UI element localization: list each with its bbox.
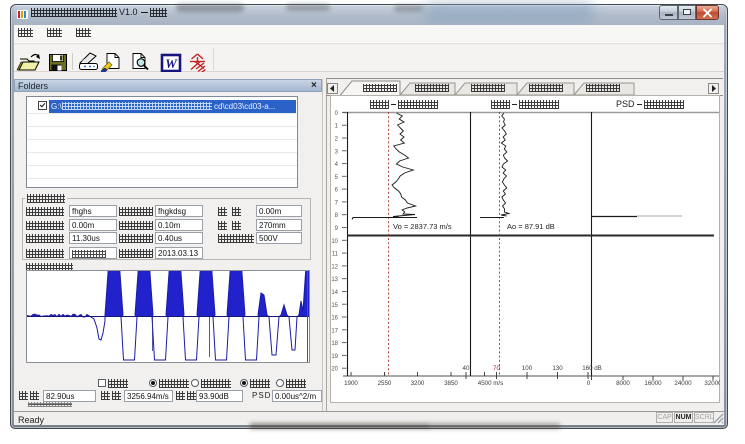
svg-text:12: 12 bbox=[331, 264, 338, 270]
svg-text:18: 18 bbox=[331, 341, 338, 347]
svg-text:11: 11 bbox=[332, 252, 339, 258]
svg-text:3850: 3850 bbox=[444, 380, 458, 387]
svg-text:40: 40 bbox=[463, 365, 470, 372]
svg-text:9: 9 bbox=[335, 226, 339, 232]
svg-text:Vo = 2837.73 m/s: Vo = 2837.73 m/s bbox=[393, 222, 452, 231]
svg-text:10: 10 bbox=[331, 239, 338, 245]
svg-text:130: 130 bbox=[552, 365, 563, 372]
svg-text:8: 8 bbox=[335, 213, 339, 219]
svg-text:0: 0 bbox=[587, 380, 591, 387]
svg-text:13: 13 bbox=[331, 277, 338, 283]
svg-text:100: 100 bbox=[522, 365, 533, 372]
svg-text:0: 0 bbox=[335, 111, 339, 117]
svg-text:70: 70 bbox=[493, 365, 500, 372]
svg-text:17: 17 bbox=[331, 328, 338, 334]
svg-text:20: 20 bbox=[331, 367, 338, 373]
svg-text:2550: 2550 bbox=[378, 380, 392, 387]
svg-text:6: 6 bbox=[335, 188, 339, 194]
svg-text:160 dB: 160 dB bbox=[582, 365, 602, 372]
svg-text:4500 m/s: 4500 m/s bbox=[478, 380, 503, 387]
svg-text:24000: 24000 bbox=[674, 380, 692, 387]
svg-text:3200: 3200 bbox=[411, 380, 425, 387]
svg-text:3: 3 bbox=[335, 149, 339, 155]
svg-text:8000: 8000 bbox=[616, 380, 630, 387]
svg-text:14: 14 bbox=[331, 290, 338, 296]
svg-text:2: 2 bbox=[335, 137, 339, 143]
svg-text:5: 5 bbox=[335, 175, 339, 181]
svg-text:16: 16 bbox=[331, 316, 338, 322]
svg-text:16000: 16000 bbox=[644, 380, 662, 387]
svg-text:W: W bbox=[165, 56, 178, 71]
svg-text:1: 1 bbox=[335, 124, 339, 130]
svg-text:4: 4 bbox=[335, 162, 339, 168]
svg-text:7: 7 bbox=[335, 200, 339, 206]
svg-text:32000: 32000 bbox=[704, 380, 720, 387]
svg-text:Ao = 87.91 dB: Ao = 87.91 dB bbox=[507, 222, 555, 231]
svg-text:1900: 1900 bbox=[344, 380, 358, 387]
svg-text:19: 19 bbox=[331, 354, 338, 360]
svg-text:15: 15 bbox=[331, 303, 338, 309]
